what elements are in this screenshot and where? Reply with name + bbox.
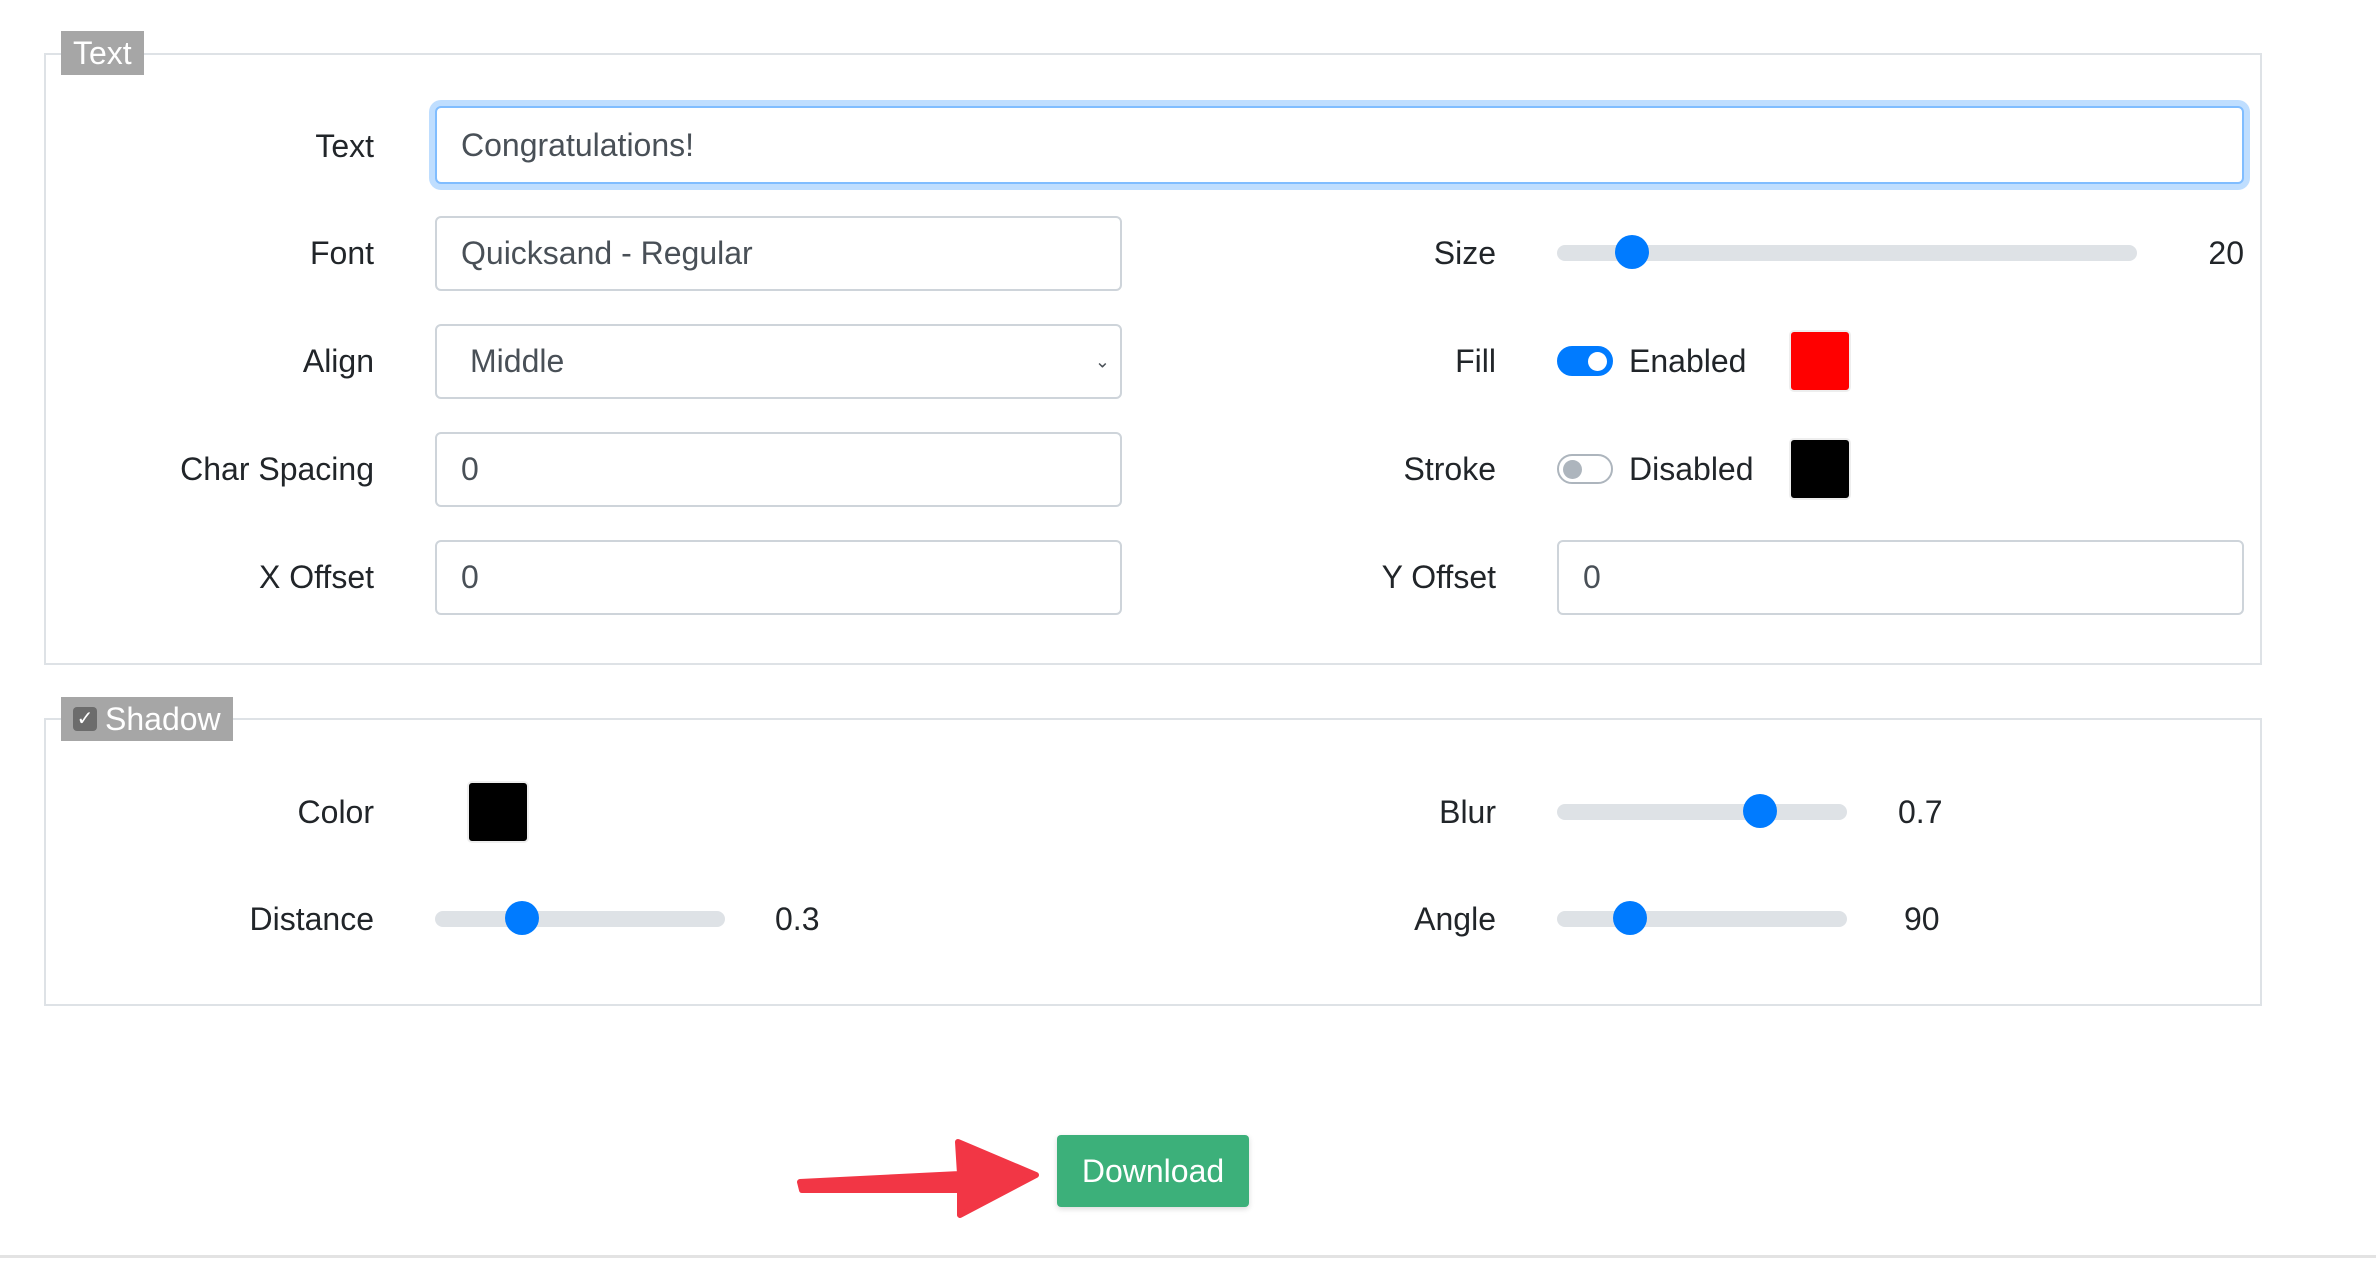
- distance-value: 0.3: [775, 901, 820, 937]
- align-selected-value: Middle: [470, 343, 565, 379]
- blur-value: 0.7: [1898, 794, 1943, 830]
- stroke-toggle[interactable]: [1557, 454, 1613, 484]
- fill-color-swatch[interactable]: [1789, 330, 1851, 392]
- x-offset-input[interactable]: 0: [435, 540, 1122, 615]
- bottom-divider: [0, 1255, 2376, 1258]
- text-input[interactable]: Congratulations!: [435, 106, 2244, 184]
- distance-slider-thumb[interactable]: [505, 901, 539, 935]
- font-input-value: Quicksand - Regular: [461, 235, 753, 271]
- shadow-checkbox[interactable]: ✓: [73, 707, 97, 731]
- x-offset-value: 0: [461, 559, 479, 595]
- download-button-label: Download: [1081, 1152, 1225, 1189]
- shadow-fieldset: [44, 718, 2262, 1006]
- fill-label: Fill: [1455, 343, 1496, 379]
- text-legend-label: Text: [73, 35, 132, 71]
- shadow-legend: ✓ Shadow: [61, 697, 233, 741]
- fill-toggle[interactable]: [1557, 346, 1613, 376]
- shadow-legend-label: Shadow: [105, 701, 221, 737]
- chevron-down-icon: ⌄: [1094, 351, 1110, 371]
- text-label: Text: [315, 128, 374, 164]
- font-label: Font: [309, 235, 374, 271]
- arrow-annotation-icon: [797, 1139, 1039, 1218]
- angle-label: Angle: [1414, 901, 1496, 937]
- download-button[interactable]: Download: [1057, 1135, 1249, 1207]
- stroke-color-swatch[interactable]: [1789, 438, 1851, 500]
- size-slider[interactable]: [1557, 235, 2137, 269]
- stroke-toggle-knob: [1563, 460, 1582, 479]
- y-offset-label: Y Offset: [1381, 559, 1496, 595]
- blur-label: Blur: [1439, 794, 1496, 830]
- char-spacing-value: 0: [461, 451, 479, 487]
- stroke-label: Stroke: [1403, 451, 1496, 487]
- angle-slider[interactable]: [1557, 901, 1847, 935]
- align-label: Align: [302, 343, 374, 379]
- angle-value: 90: [1904, 901, 1940, 937]
- text-legend: Text: [61, 31, 144, 75]
- blur-slider-thumb[interactable]: [1743, 794, 1777, 828]
- size-label: Size: [1433, 235, 1496, 271]
- char-spacing-input[interactable]: 0: [435, 432, 1122, 507]
- shadow-color-label: Color: [297, 794, 374, 830]
- angle-slider-thumb[interactable]: [1612, 901, 1647, 935]
- fill-state: Enabled: [1629, 343, 1747, 379]
- size-value: 20: [2208, 235, 2244, 271]
- y-offset-value: 0: [1583, 559, 1601, 595]
- x-offset-label: X Offset: [258, 559, 374, 595]
- text-input-value: Congratulations!: [461, 126, 695, 163]
- blur-slider[interactable]: [1557, 794, 1847, 828]
- char-spacing-label: Char Spacing: [180, 451, 374, 487]
- y-offset-input[interactable]: 0: [1557, 540, 2244, 615]
- shadow-color-swatch[interactable]: [467, 781, 529, 843]
- fill-toggle-knob: [1588, 352, 1607, 371]
- stroke-state: Disabled: [1629, 451, 1754, 487]
- distance-label: Distance: [249, 901, 375, 937]
- align-select[interactable]: Middle ⌄: [435, 324, 1122, 399]
- distance-slider[interactable]: [435, 901, 725, 935]
- font-input[interactable]: Quicksand - Regular: [435, 216, 1122, 291]
